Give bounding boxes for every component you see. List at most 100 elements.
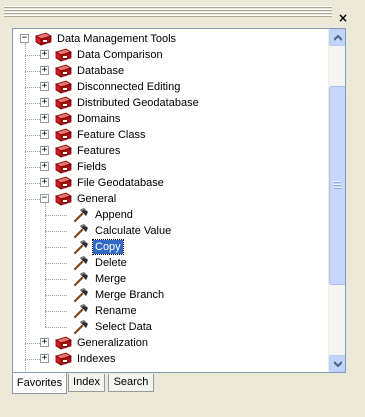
toolset-item[interactable]: Indexes [54, 351, 118, 367]
tab-favorites[interactable]: Favorites [12, 373, 67, 394]
toolbox-icon [55, 160, 72, 174]
toolbox-icon [55, 80, 72, 94]
expander-toolset[interactable]: + [40, 338, 49, 347]
tree-node-label: Calculate Value [95, 225, 172, 237]
tree-connector [45, 327, 67, 328]
scroll-down-button[interactable] [329, 355, 345, 372]
tree-node-label: Merge [95, 273, 127, 285]
tree-connector [25, 135, 40, 136]
tool-item[interactable]: Rename [73, 303, 139, 319]
toolset-item[interactable]: Disconnected Editing [54, 79, 182, 95]
tree-node-label: Append [95, 209, 133, 221]
tree-node-label: Data Comparison [77, 49, 163, 61]
toolbox-icon [55, 128, 72, 142]
arctoolbox-panel: × − Data Management Tools + Data Comparison… [0, 0, 365, 417]
expander-toolset[interactable]: + [40, 98, 49, 107]
tree-node-label: Generalization [77, 337, 148, 349]
toolbox-icon [55, 176, 72, 190]
tool-item[interactable]: Merge [73, 271, 128, 287]
toolbox-icon [55, 112, 72, 126]
expander-toolset[interactable]: + [40, 162, 49, 171]
toolbox-icon [55, 144, 72, 158]
tool-item[interactable]: Delete [73, 255, 129, 271]
toolset-item[interactable]: File Geodatabase [54, 175, 166, 191]
toolset-item[interactable]: Domains [54, 111, 122, 127]
toolset-item[interactable]: Data Comparison [54, 47, 165, 63]
tool-item[interactable]: Select Data [73, 319, 154, 335]
arrow-down-icon [334, 361, 342, 367]
toolset-item[interactable]: Generalization [54, 335, 150, 351]
hammer-icon [73, 208, 88, 223]
tree-connector [45, 215, 67, 216]
tree-connector [25, 103, 40, 104]
toolbox-icon [55, 192, 72, 206]
expander-toolset[interactable]: + [40, 66, 49, 75]
tree-connector [45, 295, 67, 296]
expander-toolset[interactable]: + [40, 354, 49, 363]
toolbox-icon [55, 96, 72, 110]
vertical-scrollbar[interactable] [328, 29, 345, 372]
tab-index[interactable]: Index [68, 374, 105, 392]
tree-node-label: General [77, 193, 117, 205]
tree-connector [45, 231, 67, 232]
tree-node-label: Feature Class [77, 129, 146, 141]
tab-search[interactable]: Search [108, 374, 154, 392]
tree-node-label: Distributed Geodatabase [77, 97, 199, 109]
title-bar-grip[interactable] [4, 6, 332, 18]
tree-connector [25, 71, 40, 72]
hammer-icon [73, 272, 88, 287]
toolset-item[interactable]: Features [54, 143, 122, 159]
tree-connector [25, 55, 40, 56]
hammer-icon [73, 288, 88, 303]
tree-connector [45, 247, 67, 248]
tree-node-label: Copy [92, 239, 124, 255]
toolset-general[interactable]: General [54, 191, 118, 207]
tree-connector [45, 263, 67, 264]
toolset-item[interactable]: Fields [54, 159, 108, 175]
arrow-up-icon [334, 35, 342, 41]
tool-item[interactable]: Copy [73, 239, 124, 255]
hammer-icon [73, 304, 88, 319]
expander-root[interactable]: − [20, 34, 29, 43]
tree-connector [25, 167, 40, 168]
tree-connector [25, 43, 26, 372]
tree-node-label: Data Management Tools [57, 33, 177, 45]
tree-connector [45, 203, 46, 327]
scroll-up-button[interactable] [329, 29, 345, 46]
hammer-icon [73, 224, 88, 239]
tree-connector [25, 199, 40, 200]
toolbox-icon [35, 32, 52, 46]
expander-general[interactable]: − [40, 194, 49, 203]
expander-toolset[interactable]: + [40, 178, 49, 187]
tree-node-label: Domains [77, 113, 121, 125]
tree-connector [25, 183, 40, 184]
expander-toolset[interactable]: + [40, 130, 49, 139]
tree-node-label: Merge Branch [95, 289, 165, 301]
hammer-icon [73, 256, 88, 271]
tool-item[interactable]: Calculate Value [73, 223, 173, 239]
scroll-thumb[interactable] [329, 86, 345, 285]
toolset-item[interactable]: Database [54, 63, 126, 79]
tree-connector [25, 119, 40, 120]
tree-connector [25, 343, 40, 344]
toolbox-icon [55, 352, 72, 366]
tree-node-label: Delete [95, 257, 127, 269]
tree-connector [45, 279, 67, 280]
tree-connector [25, 359, 40, 360]
tool-item[interactable]: Append [73, 207, 135, 223]
toolbox-data-management-tools[interactable]: Data Management Tools [34, 31, 178, 47]
tree-node-label: File Geodatabase [77, 177, 164, 189]
tree: − Data Management Tools + Data Comparison + D… [13, 29, 328, 372]
tool-item[interactable]: Merge Branch [73, 287, 166, 303]
toolset-item[interactable]: Feature Class [54, 127, 147, 143]
toolbox-tree-view[interactable]: − Data Management Tools + Data Comparison + D… [12, 28, 346, 373]
toolbox-icon [55, 336, 72, 350]
tree-node-label: Indexes [77, 353, 116, 365]
close-button[interactable]: × [336, 11, 350, 25]
tree-node-label: Rename [95, 305, 137, 317]
expander-toolset[interactable]: + [40, 82, 49, 91]
expander-toolset[interactable]: + [40, 146, 49, 155]
toolset-item[interactable]: Distributed Geodatabase [54, 95, 201, 111]
expander-toolset[interactable]: + [40, 50, 49, 59]
expander-toolset[interactable]: + [40, 114, 49, 123]
